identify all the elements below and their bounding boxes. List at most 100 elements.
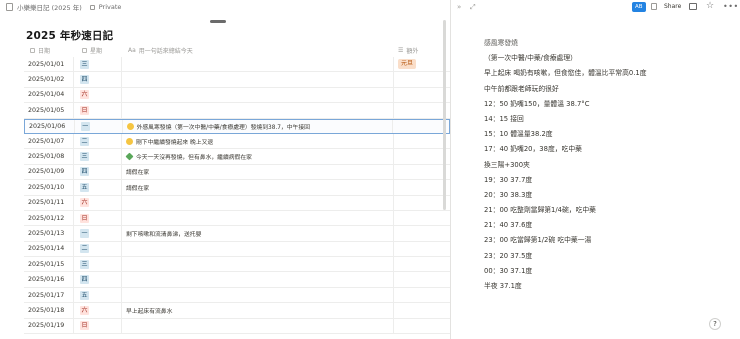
weekday-cell[interactable]: 三 <box>74 257 122 272</box>
date-cell[interactable]: 2025/01/13 <box>24 226 74 241</box>
date-cell[interactable]: 2025/01/17 <box>24 287 74 303</box>
close-side-peek-icon[interactable]: » <box>457 3 461 11</box>
table-row[interactable]: 2025/01/13 一 剩下咳嗽和流清鼻涕，送托嬰 <box>24 226 450 242</box>
extra-cell[interactable] <box>394 134 450 148</box>
table-row[interactable]: 2025/01/15 三 <box>24 257 450 273</box>
note-cell[interactable] <box>122 318 394 334</box>
extra-cell[interactable] <box>394 103 450 117</box>
date-cell[interactable]: 2025/01/05 <box>24 103 74 118</box>
weekday-cell[interactable]: 二 <box>74 133 122 149</box>
note-cell[interactable]: 請假在家 <box>122 164 394 180</box>
table-row[interactable]: 2025/01/10 五 請假在家 <box>24 180 450 196</box>
date-cell[interactable]: 2025/01/08 <box>24 149 74 164</box>
note-cell[interactable] <box>122 241 394 257</box>
extra-cell[interactable] <box>394 272 450 286</box>
table-row[interactable]: 2025/01/02 四 <box>24 72 450 88</box>
extra-cell[interactable] <box>394 149 450 163</box>
note-line[interactable]: 19：30 37.7度 <box>484 173 734 188</box>
expand-icon[interactable]: ⤢ <box>470 3 476 12</box>
weekday-cell[interactable]: 六 <box>74 87 122 103</box>
horizontal-scroll-handle[interactable] <box>210 20 226 23</box>
extra-cell[interactable]: 元旦 <box>394 57 450 71</box>
extra-cell[interactable] <box>394 226 450 240</box>
star-icon[interactable]: ☆ <box>706 1 714 11</box>
note-line[interactable]: 感風寒發燒 <box>484 36 734 51</box>
note-cell[interactable] <box>122 72 394 87</box>
extra-cell[interactable] <box>394 196 450 210</box>
date-cell[interactable]: 2025/01/15 <box>24 257 74 272</box>
note-line[interactable]: 00：30 37.1度 <box>484 264 734 279</box>
more-icon[interactable]: ••• <box>723 2 739 11</box>
note-line[interactable]: 20：30 38.3度 <box>484 188 734 203</box>
extra-cell[interactable] <box>394 211 450 225</box>
note-line[interactable]: 12：50 奶嘴150，量體溫 38.7°C <box>484 97 734 112</box>
note-line[interactable]: 21：00 吃整劑當歸第1/4碗，吃中藥 <box>484 203 734 218</box>
note-line[interactable]: 早上起床 喝奶有咳嗽，但食慾佳，體溫比平常高0.1度 <box>484 66 734 81</box>
note-cell[interactable]: 早上起床有流鼻水 <box>122 303 394 318</box>
date-cell[interactable]: 2025/01/02 <box>24 72 74 87</box>
table-row[interactable]: 2025/01/01 三 元旦 <box>24 57 450 73</box>
weekday-cell[interactable]: 四 <box>74 72 122 87</box>
weekday-cell[interactable]: 一 <box>75 119 123 133</box>
note-cell[interactable]: 請假在家 <box>122 180 394 195</box>
table-row[interactable]: 2025/01/08 三 今天一天沒再發燒，但有鼻水，繼續病假在家 <box>24 149 450 165</box>
extra-cell[interactable] <box>394 288 450 302</box>
table-row[interactable]: 2025/01/18 六 早上起床有流鼻水 <box>24 303 450 319</box>
extra-cell[interactable] <box>394 72 450 86</box>
table-row[interactable]: 2025/01/12 日 <box>24 210 450 227</box>
date-cell[interactable]: 2025/01/19 <box>24 318 74 334</box>
date-cell[interactable]: 2025/01/04 <box>24 87 74 103</box>
note-cell[interactable] <box>122 57 394 72</box>
weekday-cell[interactable]: 四 <box>74 164 122 180</box>
note-cell[interactable] <box>122 87 394 103</box>
share-button[interactable]: Share <box>664 3 681 10</box>
vertical-scrollbar[interactable] <box>443 20 446 210</box>
table-row[interactable]: 2025/01/09 四 請假在家 <box>24 164 450 181</box>
note-line[interactable]: 15：10 體溫量38.2度 <box>484 127 734 142</box>
date-cell[interactable]: 2025/01/14 <box>24 241 74 257</box>
ai-button[interactable]: AB <box>632 2 646 12</box>
weekday-cell[interactable]: 六 <box>74 195 122 210</box>
date-cell[interactable]: 2025/01/01 <box>24 57 74 72</box>
weekday-cell[interactable]: 六 <box>74 303 122 318</box>
date-cell[interactable]: 2025/01/11 <box>24 195 74 210</box>
extra-cell[interactable] <box>394 180 450 194</box>
note-line[interactable]: 23：20 37.5度 <box>484 249 734 264</box>
note-cell[interactable] <box>122 210 394 226</box>
weekday-cell[interactable]: 三 <box>74 57 122 72</box>
extra-cell[interactable] <box>394 242 450 256</box>
table-row[interactable]: 2025/01/11 六 <box>24 195 450 211</box>
extra-cell[interactable] <box>393 120 449 133</box>
table-row[interactable]: 2025/01/05 日 <box>24 103 450 119</box>
comment-icon[interactable] <box>689 3 697 10</box>
note-line[interactable]: （第一次中醫/中藥/食療處理） <box>484 51 734 66</box>
page-icon[interactable] <box>651 3 657 10</box>
table-row[interactable]: 2025/01/07 二 剛下中繼續發燒起來 晚上又退 <box>24 133 450 150</box>
extra-cell[interactable] <box>394 88 450 102</box>
date-cell[interactable]: 2025/01/18 <box>24 303 74 318</box>
note-line[interactable]: 換三陽+300夾 <box>484 158 734 173</box>
extra-cell[interactable] <box>394 257 450 271</box>
table-row[interactable]: 2025/01/06 一 外感風寒發燒（第一次中醫/中藥/食療處理）發燒到38.7，… <box>24 118 450 134</box>
extra-cell[interactable] <box>394 303 450 317</box>
note-cell[interactable] <box>122 195 394 210</box>
column-header-date[interactable]: 日期 <box>24 46 74 55</box>
date-cell[interactable]: 2025/01/12 <box>24 210 74 226</box>
column-header-note[interactable]: Aa 用一句話來總結今天 <box>122 46 394 55</box>
note-cell[interactable]: 今天一天沒再發燒，但有鼻水，繼續病假在家 <box>122 149 394 164</box>
table-row[interactable]: 2025/01/17 五 <box>24 287 450 304</box>
note-cell[interactable]: 剛下中繼續發燒起來 晚上又退 <box>122 133 394 149</box>
note-line[interactable]: 21：40 37.6度 <box>484 218 734 233</box>
column-header-weekday[interactable]: 星期 <box>74 46 122 55</box>
note-line[interactable]: 中午前都跟老師玩的很好 <box>484 82 734 97</box>
breadcrumb-page[interactable]: 小樂樂日記 (2025 年) <box>17 2 82 12</box>
note-line[interactable]: 17：40 奶嘴20，38度，吃中藥 <box>484 142 734 157</box>
column-header-extra[interactable]: ☰ 額外 <box>394 46 450 55</box>
weekday-cell[interactable]: 一 <box>74 226 122 241</box>
date-cell[interactable]: 2025/01/10 <box>24 180 74 195</box>
note-cell[interactable]: 剩下咳嗽和流清鼻涕，送托嬰 <box>122 226 394 241</box>
weekday-cell[interactable]: 四 <box>74 272 122 287</box>
date-cell[interactable]: 2025/01/16 <box>24 272 74 287</box>
weekday-cell[interactable]: 二 <box>74 241 122 257</box>
table-row[interactable]: 2025/01/04 六 <box>24 87 450 104</box>
